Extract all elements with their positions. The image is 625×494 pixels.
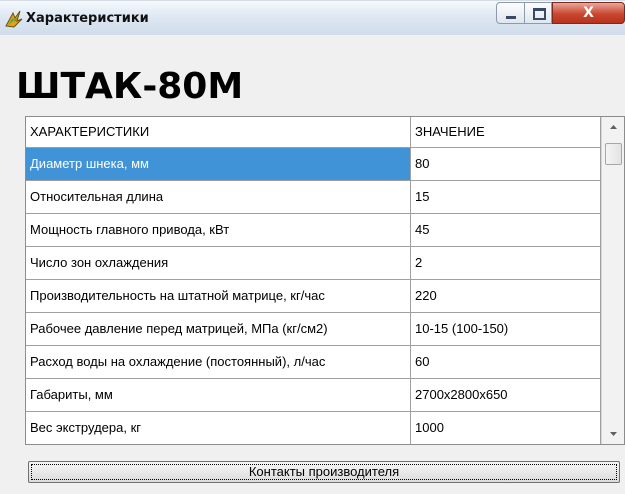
manufacturer-contacts-label: Контакты производителя (248, 464, 400, 479)
table-cell-value[interactable]: 220 (411, 280, 601, 313)
table-cell-name[interactable]: Рабочее давление перед матрицей, МПа (кг… (26, 313, 411, 346)
scroll-up-button[interactable] (602, 117, 624, 137)
title-bar[interactable]: Характеристики X (0, 1, 625, 35)
table-row[interactable]: Относительная длина 15 (26, 181, 601, 214)
chevron-down-icon (610, 432, 617, 436)
scroll-down-button[interactable] (602, 424, 624, 444)
table-row[interactable]: Число зон охлаждения 2 (26, 247, 601, 280)
table-cell-name[interactable]: Число зон охлаждения (26, 247, 411, 280)
characteristics-table[interactable]: ХАРАКТЕРИСТИКИ ЗНАЧЕНИЕ Диаметр шнека, м… (25, 116, 625, 445)
column-header-characteristics[interactable]: ХАРАКТЕРИСТИКИ (26, 117, 411, 148)
page-title: ШТАК-80М (16, 66, 244, 107)
table-cell-name[interactable]: Диаметр шнека, мм (26, 148, 411, 181)
table-cell-value[interactable]: 1000 (411, 412, 601, 444)
table-cell-value[interactable]: 2 (411, 247, 601, 280)
table-cell-name[interactable]: Производительность на штатной матрице, к… (26, 280, 411, 313)
table-row[interactable]: Рабочее давление перед матрицей, МПа (кг… (26, 313, 601, 346)
minimize-button[interactable] (496, 2, 525, 24)
table-cell-value[interactable]: 2700x2800x650 (411, 379, 601, 412)
table-cell-value[interactable]: 80 (411, 148, 601, 181)
manufacturer-contacts-button[interactable]: Контакты производителя (28, 461, 620, 483)
characteristics-window: Характеристики X ШТАК-80М ХАРАКТЕРИСТИКИ… (0, 0, 625, 494)
minimize-icon (506, 16, 516, 19)
table-row[interactable]: Вес экструдера, кг 1000 (26, 412, 601, 444)
table-cell-value[interactable]: 45 (411, 214, 601, 247)
window-title: Характеристики (26, 11, 149, 26)
close-icon: X (583, 5, 594, 21)
table-header-row: ХАРАКТЕРИСТИКИ ЗНАЧЕНИЕ (26, 117, 601, 150)
table-cell-value[interactable]: 10-15 (100-150) (411, 313, 601, 346)
table-cell-name[interactable]: Мощность главного привода, кВт (26, 214, 411, 247)
table-cell-name[interactable]: Относительная длина (26, 181, 411, 214)
table-row[interactable]: Диаметр шнека, мм 80 (26, 148, 601, 181)
column-header-value[interactable]: ЗНАЧЕНИЕ (411, 117, 601, 148)
table-row[interactable]: Габариты, мм 2700x2800x650 (26, 379, 601, 412)
maximize-icon (533, 8, 546, 20)
app-icon (4, 9, 24, 29)
vertical-scrollbar[interactable] (601, 117, 624, 444)
table-row[interactable]: Расход воды на охлаждение (постоянный), … (26, 346, 601, 379)
table-cell-value[interactable]: 15 (411, 181, 601, 214)
table-cell-name[interactable]: Расход воды на охлаждение (постоянный), … (26, 346, 411, 379)
table-cell-name[interactable]: Габариты, мм (26, 379, 411, 412)
table-cell-value[interactable]: 60 (411, 346, 601, 379)
table-row[interactable]: Производительность на штатной матрице, к… (26, 280, 601, 313)
table-cell-name[interactable]: Вес экструдера, кг (26, 412, 411, 444)
scrollbar-thumb[interactable] (605, 143, 622, 165)
close-button[interactable]: X (552, 2, 625, 24)
chevron-up-icon (610, 125, 617, 129)
table-row[interactable]: Мощность главного привода, кВт 45 (26, 214, 601, 247)
maximize-button[interactable] (525, 2, 552, 24)
